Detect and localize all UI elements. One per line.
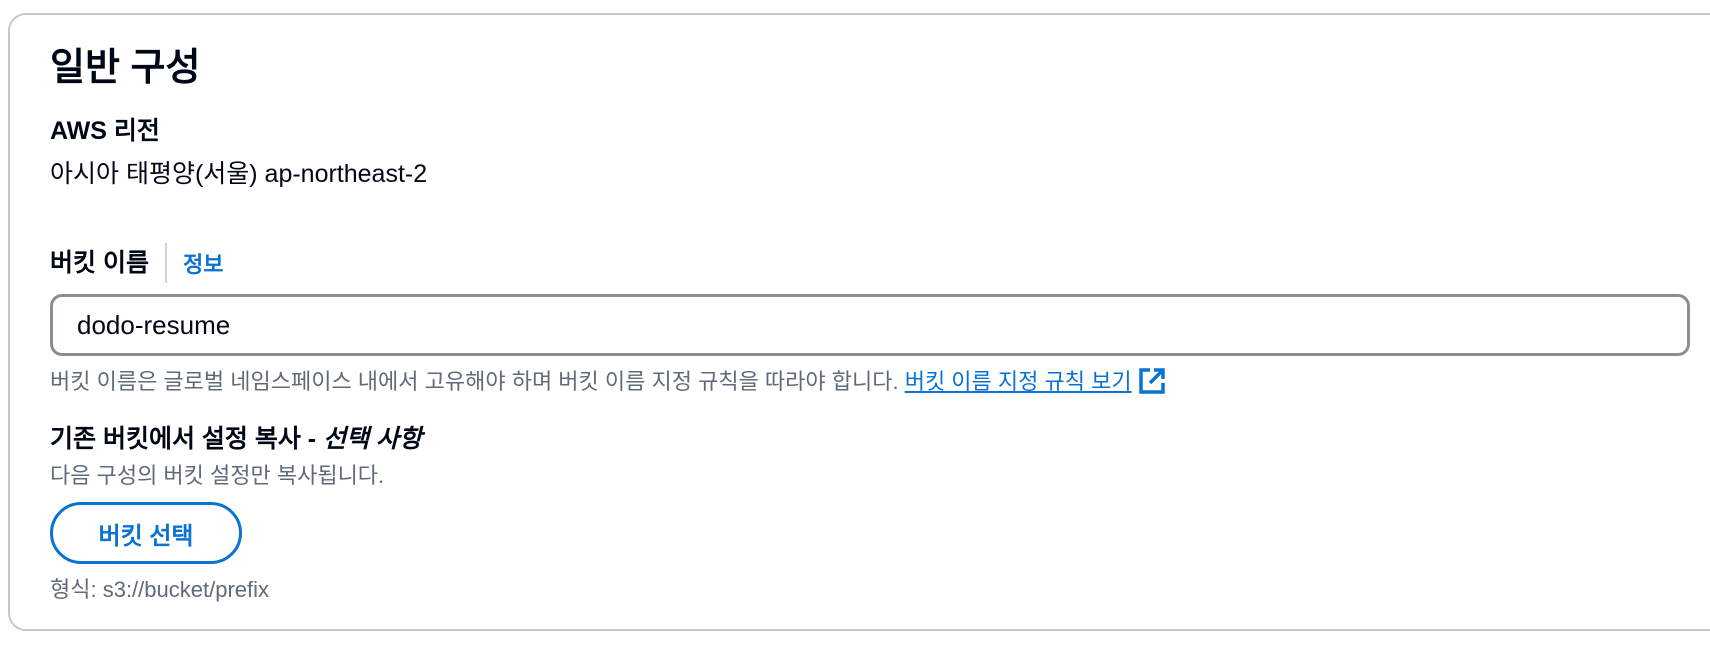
panel-title: 일반 구성 bbox=[50, 47, 201, 89]
bucket-name-label: 버킷 이름 bbox=[50, 249, 149, 277]
bucket-name-label-row: 버킷 이름 정보 bbox=[50, 243, 223, 283]
naming-rules-link-label: 버킷 이름 지정 규칙 보기 bbox=[904, 369, 1132, 394]
general-configuration-panel: 일반 구성 AWS 리전 아시아 태평양(서울) ap-northeast-2 … bbox=[8, 13, 1710, 631]
bucket-name-hint-text: 버킷 이름은 글로벌 네임스페이스 내에서 고유해야 하며 버킷 이름 지정 규… bbox=[50, 369, 899, 394]
choose-bucket-button[interactable]: 버킷 선택 bbox=[50, 502, 242, 564]
naming-rules-link[interactable]: 버킷 이름 지정 규칙 보기 bbox=[905, 369, 1132, 394]
region-value: 아시아 태평양(서울) ap-northeast-2 bbox=[50, 160, 428, 188]
optional-label: 선택 사항 bbox=[323, 425, 423, 453]
copy-settings-label: 기존 버킷에서 설정 복사 - 선택 사항 bbox=[50, 423, 422, 455]
copy-settings-description: 다음 구성의 버킷 설정만 복사됩니다. bbox=[50, 463, 385, 488]
external-link-icon[interactable] bbox=[1138, 367, 1166, 404]
format-hint: 형식: s3://bucket/prefix bbox=[50, 577, 270, 602]
bucket-name-input[interactable] bbox=[50, 294, 1690, 356]
label-divider bbox=[164, 243, 167, 283]
bucket-name-hint: 버킷 이름은 글로벌 네임스페이스 내에서 고유해야 하며 버킷 이름 지정 규… bbox=[50, 366, 1166, 404]
copy-settings-label-text: 기존 버킷에서 설정 복사 - bbox=[50, 425, 317, 453]
region-label: AWS 리전 bbox=[50, 117, 160, 145]
info-link[interactable]: 정보 bbox=[183, 247, 223, 279]
